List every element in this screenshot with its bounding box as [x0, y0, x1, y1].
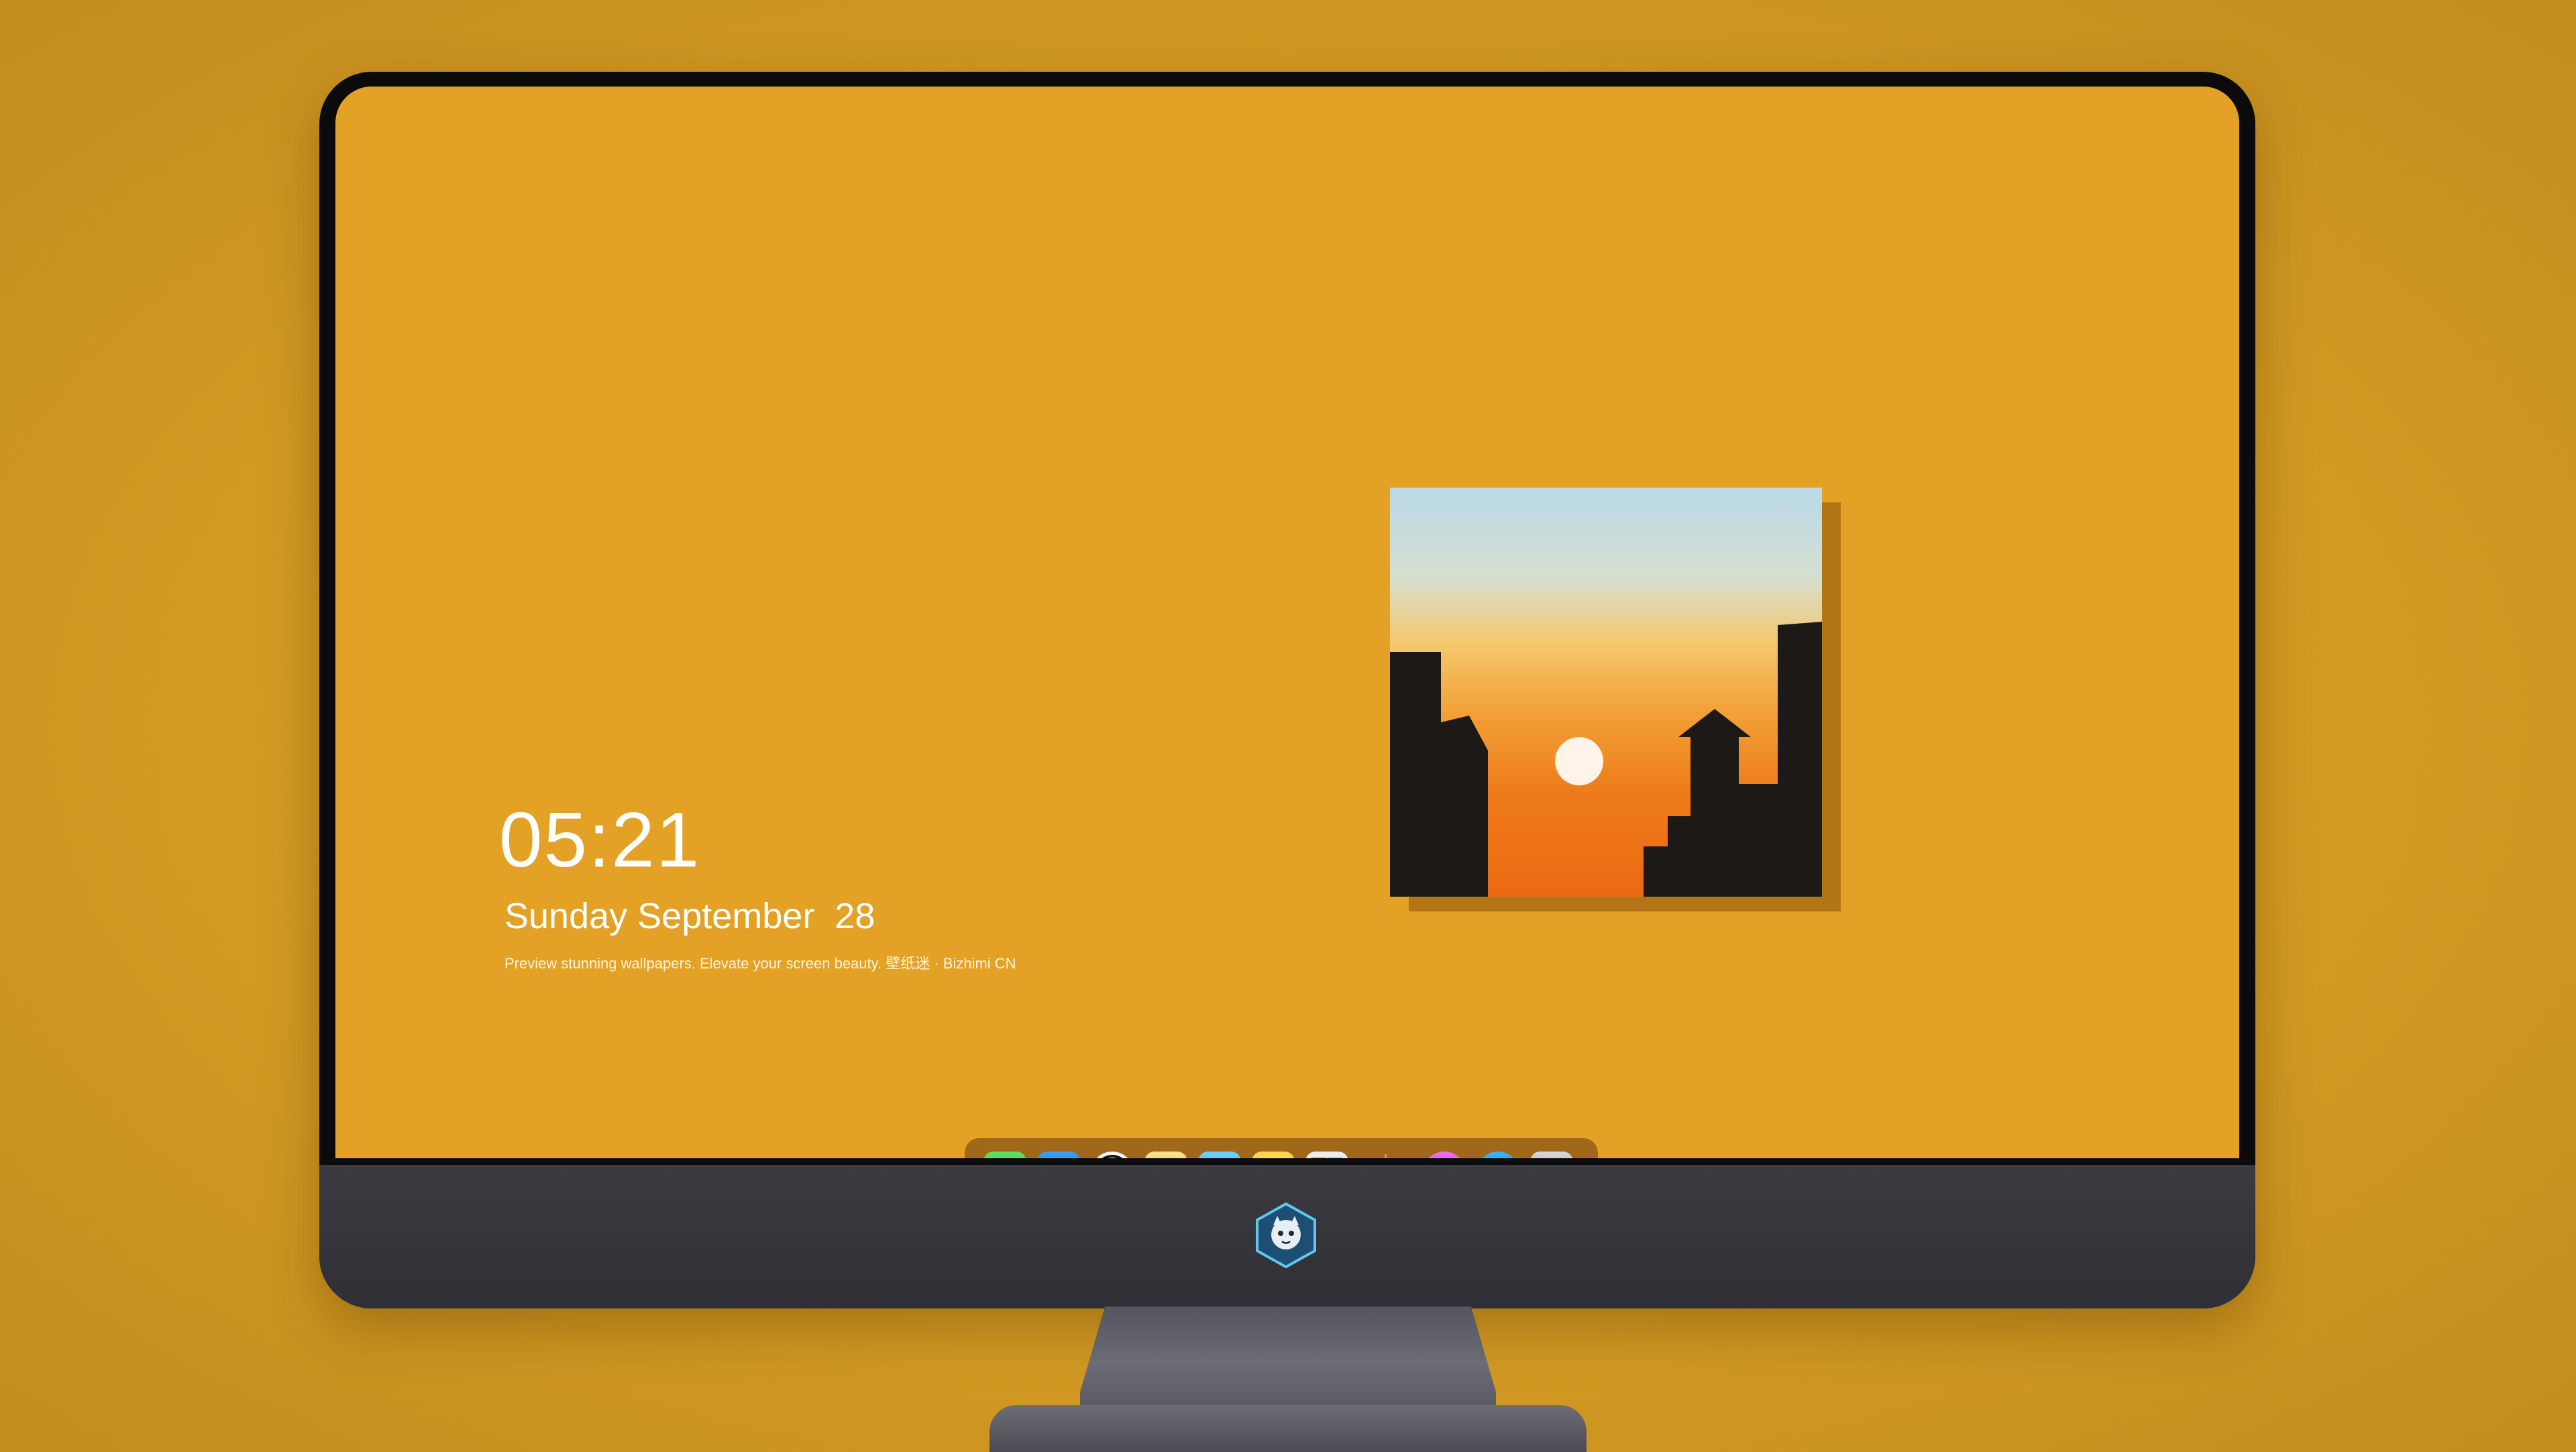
weather-icon[interactable] — [1037, 1152, 1080, 1158]
photo-booth-icon[interactable] — [1305, 1152, 1348, 1158]
sunset-painting[interactable] — [1390, 488, 1822, 897]
desktop-screen: 05:21 Sunday September 28 Preview stunni… — [335, 87, 2239, 1158]
clips-icon[interactable] — [1198, 1152, 1241, 1158]
itunes-icon[interactable] — [1423, 1152, 1466, 1158]
clock-icon[interactable] — [1091, 1152, 1134, 1158]
lockscreen-time: 05:21 — [499, 796, 701, 883]
lockscreen-date: Sunday September 28 — [504, 896, 875, 936]
notes-icon[interactable] — [1252, 1152, 1295, 1158]
app-store-icon[interactable] — [1477, 1152, 1519, 1158]
wallpaper-caption: Preview stunning wallpapers. Elevate you… — [504, 955, 1016, 972]
dock — [965, 1138, 1598, 1158]
mascot-logo-icon — [1253, 1202, 1319, 1269]
messages-icon[interactable] — [983, 1152, 1026, 1158]
dock-separator — [1385, 1154, 1387, 1158]
sunset-city-painting-icon — [1390, 488, 1822, 897]
monitor: 05:21 Sunday September 28 Preview stunni… — [319, 72, 2255, 1308]
camera-icon[interactable] — [1530, 1152, 1573, 1158]
preview-icon[interactable] — [1144, 1152, 1187, 1158]
monitor-stand-base — [989, 1405, 1587, 1452]
monitor-chin — [319, 1165, 2255, 1308]
